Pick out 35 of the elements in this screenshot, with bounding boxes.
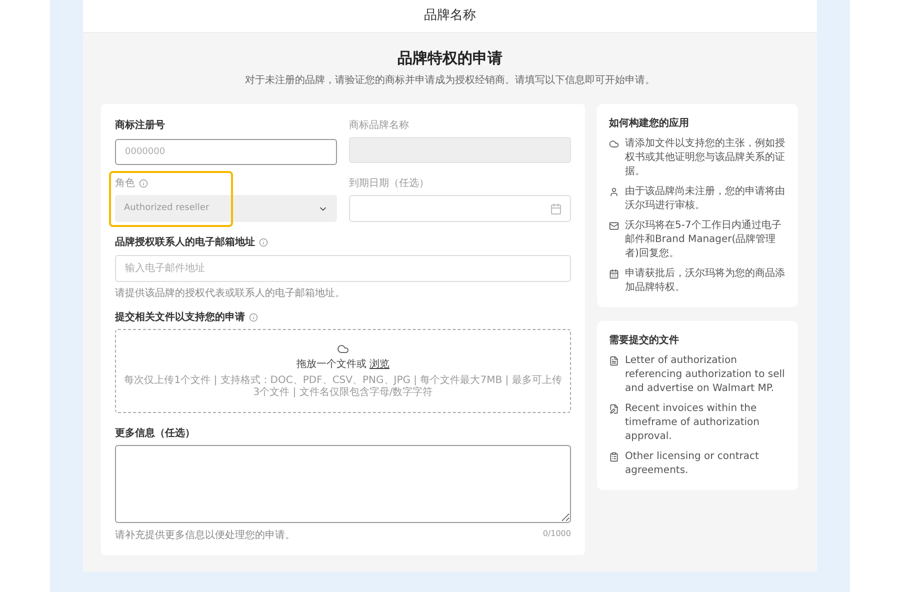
field-label: 到期日期（任选） (349, 177, 429, 190)
field-label: 更多信息（任选） (115, 427, 195, 440)
email-field[interactable]: 输入电子邮件地址 (115, 255, 571, 282)
list-text: 由于该品牌尚未注册，您的申请将由沃尔玛进行审核。 (625, 185, 786, 213)
date-field[interactable] (349, 195, 571, 222)
list-text: 申请获批后，沃尔玛将为您的商品添加品牌特权。 (625, 267, 786, 295)
list-text: 请添加文件以支持您的主张，例如授权书或其他证明您与该品牌关系的证据。 (625, 137, 786, 179)
list-text: Letter of authorization referencing authorization to sell and advertise on Walmart MP. (625, 354, 786, 396)
calendar-icon[interactable] (550, 202, 562, 214)
info-icon[interactable] (259, 238, 268, 247)
field-label: 商标品牌名称 (349, 119, 409, 132)
field-label: 提交相关文件以支持您的申请 (115, 311, 245, 324)
info-icon[interactable] (139, 179, 148, 188)
character-counter: 0/1000 (542, 528, 571, 540)
more-info-textarea[interactable] (115, 445, 571, 523)
trademark-number-field[interactable]: 0000000 (115, 139, 337, 165)
list-text: Other licensing or contract agreements. (625, 450, 760, 478)
header-title: 品牌名称 (424, 7, 476, 26)
list-text: Recent invoices within the timeframe of authorization approval. (625, 402, 761, 444)
drop-text: 拖放一个文件或 (296, 358, 366, 372)
file-drop-zone[interactable]: 拖放一个文件或 浏览 每次仅上传1个文件 | 支持格式：DOC、PDF、CSV、PNG、JPG | 每个文件最大7MB | 最多可上传3个文件 | 文件名仅限包含字母/数字字符 (115, 329, 571, 413)
field-hint: 请提供该品牌的授权代表或联系人的电子邮箱地址。 (115, 288, 346, 300)
upload-cloud-icon (337, 343, 349, 355)
list-text: 沃尔玛将在5-7个工作日内通过电子邮件和Brand Manager(品牌管理者)回复您。 (625, 219, 782, 261)
field-hint: 请补充提供更多信息以便处理您的申请。 (115, 528, 295, 543)
card-title: 如何构建您的应用 (609, 116, 690, 131)
page-subtitle: 对于未注册的品牌，请验证您的商标并申请成为授权经销商。请填写以下信息即可开始申请。 (245, 74, 655, 88)
field-label: 角色 (115, 177, 135, 190)
info-icon[interactable] (249, 313, 258, 322)
upload-hint: 每次仅上传1个文件 | 支持格式：DOC、PDF、CSV、PNG、JPG | 每个文件最大7MB | 最多可上传3个文件 | 文件名仅限包含字母/数字字符 (123, 375, 563, 399)
page-title: 品牌特权的申请 (398, 48, 502, 68)
browse-link[interactable]: 浏览 (370, 357, 390, 372)
field-label: 商标注册号 (115, 119, 165, 132)
field-label: 品牌授权联系人的电子邮箱地址 (115, 236, 255, 249)
card-title: 需要提交的文件 (609, 333, 680, 348)
